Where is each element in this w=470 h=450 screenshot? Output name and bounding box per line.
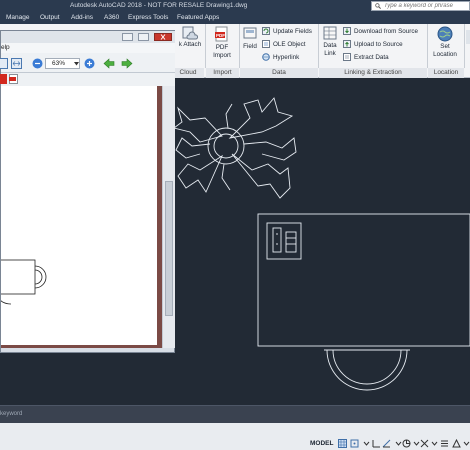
extract-data-icon [343, 53, 351, 62]
command-line[interactable]: keyword [0, 405, 470, 423]
search-icon [375, 3, 381, 9]
update-fields-icon [262, 27, 270, 36]
pdf-icon: PDF [215, 26, 228, 42]
data-link-label-1: Data [323, 42, 337, 49]
polar-tracking-icon[interactable] [382, 439, 391, 448]
data-link-label-2: Link [324, 50, 336, 57]
pdf-import-button[interactable]: PDF PDF Import [207, 26, 237, 60]
tab-add-ins[interactable]: Add-ins [71, 14, 93, 21]
viewer-page-area[interactable] [0, 86, 162, 348]
title-bar: Autodesk AutoCAD 2018 - NOT FOR RESALE D… [0, 0, 470, 12]
chair-symbol [324, 349, 410, 391]
fit-width-icon[interactable] [0, 58, 8, 69]
globe-location-icon [437, 26, 453, 42]
separator [205, 24, 206, 68]
upload-to-source-button[interactable]: Upload to Source [343, 40, 403, 49]
forward-arrow-icon[interactable] [121, 58, 133, 69]
separator [239, 24, 240, 68]
viewer-page [0, 86, 157, 345]
help-menu[interactable]: elp [1, 44, 10, 51]
fit-page-icon[interactable] [11, 58, 22, 69]
lineweight-icon[interactable] [440, 439, 449, 448]
maximize-button[interactable] [138, 33, 149, 41]
ortho-mode-icon[interactable] [372, 439, 381, 448]
tab-a360[interactable]: A360 [104, 14, 119, 21]
ole-object-button[interactable]: OLE Object [262, 40, 306, 49]
set-location-button[interactable]: Set Location [430, 26, 460, 59]
cloud-panel-title: Cloud [172, 68, 204, 78]
model-space-toggle[interactable]: MODEL [310, 440, 333, 447]
status-bar: MODEL [0, 423, 470, 450]
tab-manage[interactable]: Manage [6, 14, 30, 21]
chevron-down-icon [74, 62, 79, 66]
field-icon [243, 27, 257, 39]
data-link-icon [323, 26, 337, 40]
attach-label: k Attach [178, 41, 202, 48]
zoom-out-icon[interactable] [32, 58, 43, 69]
viewer-window: elp 63% [0, 30, 175, 353]
chevron-down-icon[interactable] [462, 439, 470, 448]
viewer-toolbar-secondary [0, 73, 175, 86]
pdf-export-icon[interactable] [0, 74, 7, 84]
ole-object-icon [262, 40, 270, 49]
attach-button[interactable]: k Attach [175, 26, 205, 49]
data-panel-title: Data [240, 68, 318, 78]
download-icon [343, 27, 351, 36]
isodraft-icon[interactable] [402, 439, 411, 448]
minimize-button[interactable] [122, 33, 133, 41]
data-link-button[interactable]: Data Link [320, 26, 340, 58]
search-box[interactable] [371, 1, 470, 11]
import-panel-title: Import [206, 68, 239, 78]
window-title: Autodesk AutoCAD 2018 - NOT FOR RESALE D… [70, 2, 248, 9]
scrollbar-thumb[interactable] [165, 181, 173, 316]
annotation-scale-icon[interactable] [452, 439, 461, 448]
vertical-scrollbar[interactable] [162, 86, 175, 348]
viewer-toolbar: 63% [0, 53, 175, 73]
separator [318, 24, 319, 68]
chevron-down-icon[interactable] [362, 439, 371, 448]
separator [427, 24, 428, 68]
location-panel-title: Location [428, 68, 464, 78]
hyperlink-button[interactable]: Hyperlink [262, 53, 299, 62]
close-button[interactable] [154, 33, 172, 41]
download-from-source-button[interactable]: Download from Source [343, 27, 418, 36]
page-drawing [0, 259, 47, 305]
svg-text:PDF: PDF [216, 33, 225, 38]
update-fields-button[interactable]: Update Fields [262, 27, 312, 36]
set-location-label-2: Location [433, 51, 457, 58]
zoom-in-icon[interactable] [84, 58, 95, 69]
object-snap-tracking-icon[interactable] [420, 439, 429, 448]
extract-data-button[interactable]: Extract Data [343, 53, 389, 62]
linking-panel-title: Linking & Extraction [319, 68, 427, 78]
pdf-import-label-2: Import [213, 52, 231, 59]
command-line-text: keyword [0, 411, 23, 417]
back-arrow-icon[interactable] [103, 58, 115, 69]
snap-mode-icon[interactable] [350, 439, 359, 448]
tab-express-tools[interactable]: Express Tools [128, 14, 168, 21]
grid-icon[interactable] [338, 439, 347, 448]
close-icon [160, 34, 166, 40]
ribbon-tabs: Manage Output Add-ins A360 Express Tools… [0, 12, 470, 24]
autocad-window: Autodesk AutoCAD 2018 - NOT FOR RESALE D… [0, 0, 470, 450]
viewer-menu: elp [1, 43, 175, 53]
hyperlink-icon [262, 53, 270, 62]
field-button[interactable]: Field [241, 26, 259, 51]
search-input[interactable] [384, 2, 469, 10]
viewer-title-bar [1, 31, 175, 43]
next-panel-button[interactable] [466, 30, 470, 44]
desk-outline [257, 213, 470, 347]
tab-output[interactable]: Output [40, 14, 60, 21]
set-location-label-1: Set [440, 43, 450, 50]
plant-symbol [172, 97, 297, 199]
phone-symbol [266, 222, 302, 260]
chevron-down-icon[interactable] [430, 439, 439, 448]
field-label: Field [243, 43, 257, 50]
pdf-import-label-1: PDF [215, 44, 229, 51]
upload-icon [343, 40, 351, 49]
tab-featured-apps[interactable]: Featured Apps [177, 14, 219, 21]
cloud-attach-icon [182, 26, 198, 40]
pdf-save-icon[interactable] [9, 74, 18, 84]
separator [464, 24, 465, 68]
